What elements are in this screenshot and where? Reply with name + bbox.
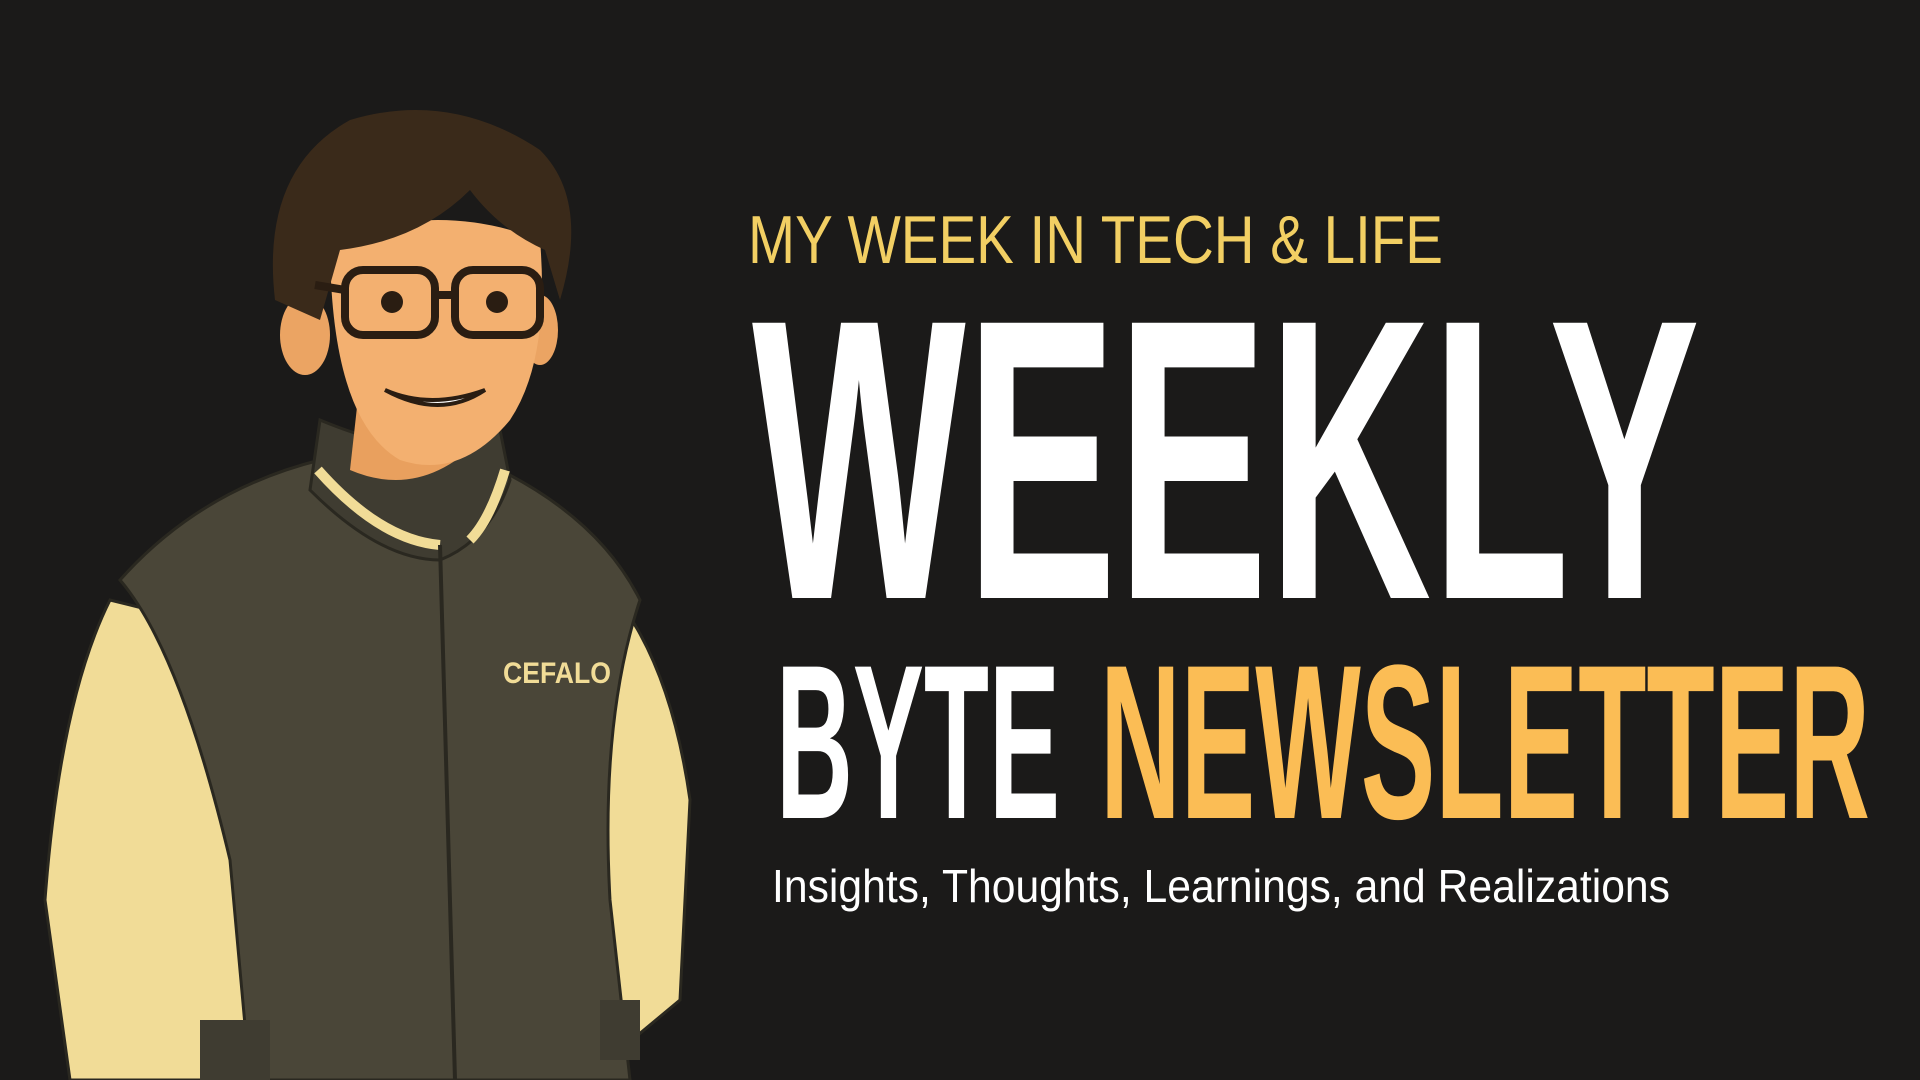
right-cuff (600, 1000, 640, 1060)
title-newsletter: NEWSLETTER (1100, 619, 1870, 865)
subtitle-text: Insights, Thoughts, Learnings, and Reali… (772, 860, 1670, 912)
headline-group: MY WEEK IN TECH & LIFE WEEKLY BYTE NEWSL… (748, 202, 1870, 912)
title-byte: BYTE (776, 619, 1060, 865)
jacket-lettering: CEFALO (503, 657, 611, 690)
character-illustration: CEFALO (43, 110, 692, 1080)
title-weekly: WEEKLY (752, 236, 1700, 683)
left-cuff (200, 1020, 270, 1080)
left-eye (381, 291, 403, 313)
right-eye (486, 291, 508, 313)
banner-canvas: CEFALO MY WEEK IN TECH & LIFE WEEKLY BYT… (43, 110, 1870, 1080)
